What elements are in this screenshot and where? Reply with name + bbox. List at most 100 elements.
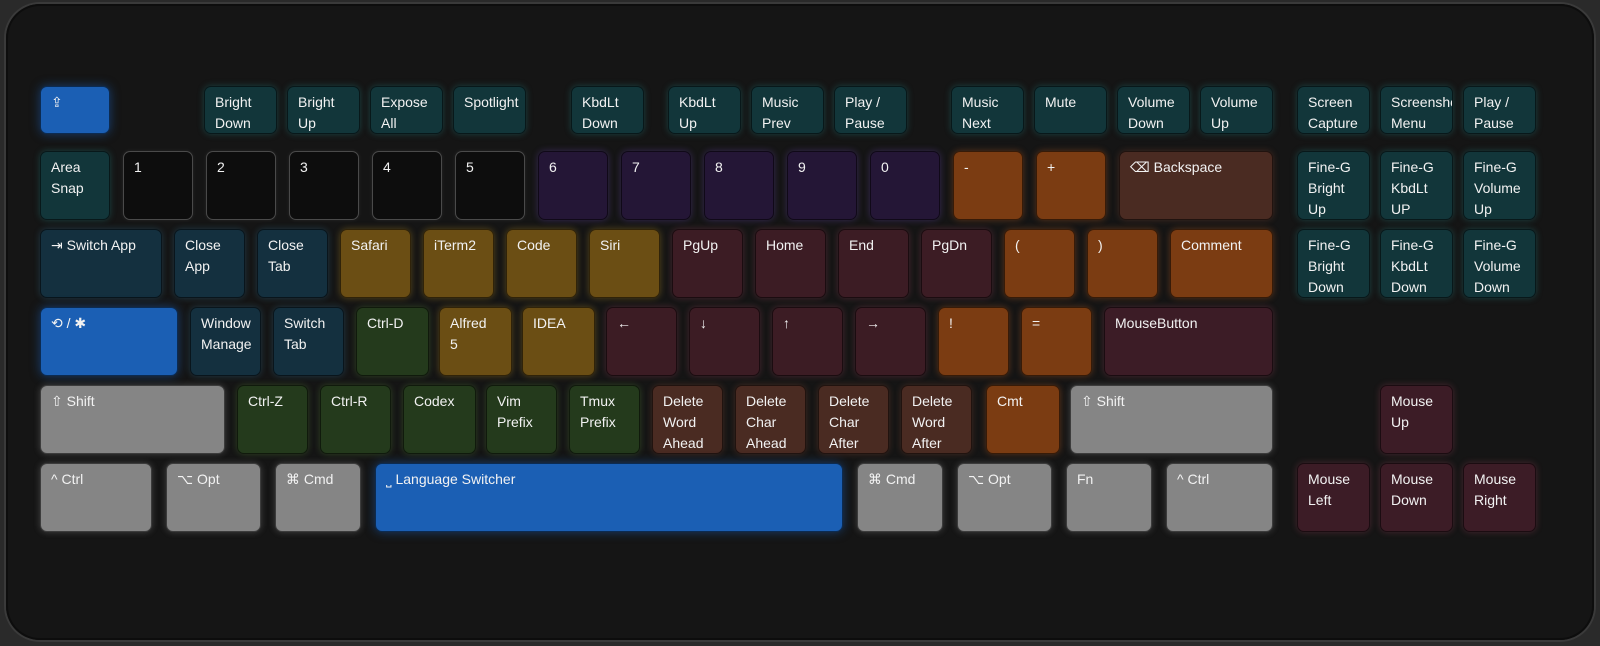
lock-star-key[interactable]: ⟲ / ✱: [40, 307, 178, 376]
codex-key[interactable]: Codex: [403, 385, 476, 454]
idea-key[interactable]: IDEA: [522, 307, 595, 376]
comment-key[interactable]: Comment: [1170, 229, 1273, 298]
key-label: ⌥ Opt: [177, 471, 220, 487]
equals-key[interactable]: =: [1021, 307, 1092, 376]
tmux-prefix-key[interactable]: Tmux Prefix: [569, 385, 640, 454]
mouse-down-key[interactable]: Mouse Down: [1380, 463, 1453, 532]
language-switcher-key[interactable]: ⎵ Language Switcher: [375, 463, 843, 532]
volume-up-key[interactable]: Volume Up: [1200, 86, 1273, 134]
key-5[interactable]: 5: [455, 151, 525, 220]
code-key[interactable]: Code: [506, 229, 577, 298]
screen-capture-key[interactable]: Screen Capture: [1297, 86, 1370, 134]
key-9[interactable]: 9: [787, 151, 857, 220]
key-0[interactable]: 0: [870, 151, 940, 220]
bright-down-key[interactable]: Bright Down: [204, 86, 277, 134]
backspace-key[interactable]: ⌫ Backspace: [1119, 151, 1273, 220]
switch-tab-key[interactable]: Switch Tab: [273, 307, 344, 376]
paren-open-key[interactable]: (: [1004, 229, 1075, 298]
key-label: Volume Up: [1211, 94, 1258, 131]
ctrl-d-key[interactable]: Ctrl-D: [356, 307, 429, 376]
switch-app-key[interactable]: ⇥ Switch App: [40, 229, 162, 298]
right-cmd-key[interactable]: ⌘ Cmd: [857, 463, 943, 532]
exclaim-key[interactable]: !: [938, 307, 1009, 376]
fine-g-kbdlt-up-key[interactable]: Fine-G KbdLt UP: [1380, 151, 1453, 220]
fine-g-kbdlt-down-key[interactable]: Fine-G KbdLt Down: [1380, 229, 1453, 298]
arrow-up-key[interactable]: ↑: [772, 307, 843, 376]
arrow-right-key[interactable]: →: [855, 307, 926, 376]
key-4[interactable]: 4: [372, 151, 442, 220]
paren-close-key[interactable]: ): [1087, 229, 1158, 298]
key-label: 7: [632, 159, 640, 175]
end-key[interactable]: End: [838, 229, 909, 298]
kbdlt-down-key[interactable]: KbdLt Down: [571, 86, 644, 134]
key-label: Code: [517, 237, 551, 253]
left-opt-key[interactable]: ⌥ Opt: [166, 463, 261, 532]
siri-key[interactable]: Siri: [589, 229, 660, 298]
mute-key[interactable]: Mute: [1034, 86, 1107, 134]
play-pause-key[interactable]: Play / Pause: [834, 86, 907, 134]
key-2[interactable]: 2: [206, 151, 276, 220]
area-snap-key[interactable]: Area Snap: [40, 151, 110, 220]
close-app-key[interactable]: Close App: [174, 229, 245, 298]
key-label: -: [964, 159, 969, 175]
music-next-key[interactable]: Music Next: [951, 86, 1024, 134]
mouse-up-key[interactable]: Mouse Up: [1380, 385, 1453, 454]
key-label: Fn: [1077, 471, 1094, 487]
plus-key[interactable]: +: [1036, 151, 1106, 220]
key-label: ⇧ Shift: [1081, 393, 1125, 409]
play-pause-right-key[interactable]: Play / Pause: [1463, 86, 1536, 134]
mouse-right-key[interactable]: Mouse Right: [1463, 463, 1536, 532]
mouse-button-key[interactable]: MouseButton: [1104, 307, 1273, 376]
cmt-key[interactable]: Cmt: [986, 385, 1060, 454]
key-label: ↓: [700, 315, 707, 331]
screenshot-menu-key[interactable]: Screenshot Menu: [1380, 86, 1453, 134]
right-opt-key[interactable]: ⌥ Opt: [957, 463, 1052, 532]
ctrl-r-key[interactable]: Ctrl-R: [320, 385, 391, 454]
fine-g-volume-up-key[interactable]: Fine-G Volume Up: [1463, 151, 1536, 220]
arrow-down-key[interactable]: ↓: [689, 307, 760, 376]
left-ctrl-key[interactable]: ^ Ctrl: [40, 463, 152, 532]
pgdn-key[interactable]: PgDn: [921, 229, 992, 298]
key-8[interactable]: 8: [704, 151, 774, 220]
right-ctrl-key[interactable]: ^ Ctrl: [1166, 463, 1273, 532]
key-7[interactable]: 7: [621, 151, 691, 220]
key-label: Spotlight: [464, 94, 519, 110]
key-label: ⌫ Backspace: [1130, 159, 1223, 175]
key-label: Volume Down: [1128, 94, 1175, 131]
home-key[interactable]: Home: [755, 229, 826, 298]
volume-down-key[interactable]: Volume Down: [1117, 86, 1190, 134]
safari-key[interactable]: Safari: [340, 229, 411, 298]
left-cmd-key[interactable]: ⌘ Cmd: [275, 463, 361, 532]
key-3[interactable]: 3: [289, 151, 359, 220]
delete-char-after-key[interactable]: Delete Char After: [818, 385, 889, 454]
delete-char-ahead-key[interactable]: Delete Char Ahead: [735, 385, 806, 454]
shift-lock-key[interactable]: ⇪: [40, 86, 110, 134]
key-label: Close Tab: [268, 237, 304, 274]
mouse-left-key[interactable]: Mouse Left: [1297, 463, 1370, 532]
key-label: IDEA: [533, 315, 566, 331]
key-6[interactable]: 6: [538, 151, 608, 220]
iterm2-key[interactable]: iTerm2: [423, 229, 494, 298]
pgup-key[interactable]: PgUp: [672, 229, 743, 298]
close-tab-key[interactable]: Close Tab: [257, 229, 328, 298]
vim-prefix-key[interactable]: Vim Prefix: [486, 385, 557, 454]
ctrl-z-key[interactable]: Ctrl-Z: [237, 385, 308, 454]
fine-g-bright-down-key[interactable]: Fine-G Bright Down: [1297, 229, 1370, 298]
key-1[interactable]: 1: [123, 151, 193, 220]
left-shift-key[interactable]: ⇧ Shift: [40, 385, 225, 454]
expose-all-key[interactable]: Expose All: [370, 86, 443, 134]
spotlight-key[interactable]: Spotlight: [453, 86, 526, 134]
fn-key[interactable]: Fn: [1066, 463, 1152, 532]
arrow-left-key[interactable]: ←: [606, 307, 677, 376]
right-shift-key[interactable]: ⇧ Shift: [1070, 385, 1273, 454]
kbdlt-up-key[interactable]: KbdLt Up: [668, 86, 741, 134]
fine-g-bright-up-key[interactable]: Fine-G Bright Up: [1297, 151, 1370, 220]
delete-word-ahead-key[interactable]: Delete Word Ahead: [652, 385, 723, 454]
fine-g-volume-down-key[interactable]: Fine-G Volume Down: [1463, 229, 1536, 298]
alfred-key[interactable]: Alfred 5: [439, 307, 512, 376]
music-prev-key[interactable]: Music Prev: [751, 86, 824, 134]
minus-key[interactable]: -: [953, 151, 1023, 220]
delete-word-after-key[interactable]: Delete Word After: [901, 385, 972, 454]
bright-up-key[interactable]: Bright Up: [287, 86, 360, 134]
window-manage-key[interactable]: Window Manage: [190, 307, 261, 376]
